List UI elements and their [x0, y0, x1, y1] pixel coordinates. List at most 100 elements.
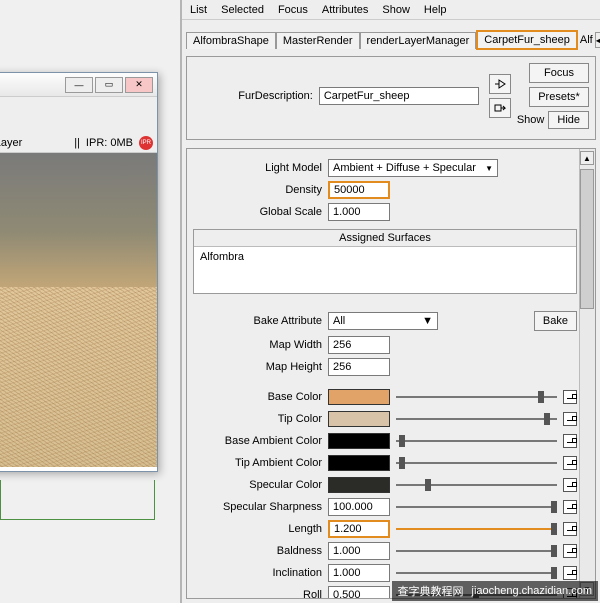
map-button[interactable] [563, 478, 577, 492]
viewport-outline [0, 480, 155, 520]
map-button[interactable] [563, 456, 577, 470]
tab-alfombra-shape[interactable]: AlfombraShape [186, 32, 276, 49]
baldness-field[interactable] [328, 542, 390, 560]
light-model-value: Ambient + Diffuse + Specular [333, 162, 476, 174]
global-scale-field[interactable] [328, 203, 390, 221]
base-color-label: Base Color [193, 391, 328, 403]
fur-description-panel: FurDescription: Focus Presets* Show Hide [186, 56, 596, 140]
hide-button[interactable]: Hide [548, 111, 589, 129]
tip-color-slider[interactable] [396, 411, 557, 427]
menu-selected[interactable]: Selected [221, 4, 264, 16]
scrollbar[interactable]: ▲ ▼ [579, 149, 595, 598]
specular-color-label: Specular Color [193, 479, 328, 491]
tab-overflow-label[interactable]: Alf [578, 34, 595, 46]
tip-color-swatch[interactable] [328, 411, 390, 427]
specular-sharpness-slider[interactable] [396, 499, 557, 515]
watermark-text: 查字典教程网 [398, 583, 464, 599]
render-image [0, 153, 157, 467]
roll-label: Roll [193, 589, 328, 599]
baldness-slider[interactable] [396, 543, 557, 559]
light-model-select[interactable]: Ambient + Diffuse + Specular ▼ [328, 159, 498, 177]
render-titlebar: — ▭ ✕ [0, 73, 157, 97]
map-button[interactable] [563, 434, 577, 448]
menu-focus[interactable]: Focus [278, 4, 308, 16]
render-view-window: — ▭ ✕ erLayer || IPR: 0MB IPR [0, 72, 158, 472]
fur-description-field[interactable] [319, 87, 479, 105]
baldness-label: Baldness [193, 545, 328, 557]
bake-attribute-select[interactable]: All ▼ [328, 312, 438, 330]
bake-button[interactable]: Bake [534, 311, 577, 331]
inclination-slider[interactable] [396, 565, 557, 581]
tip-ambient-slider[interactable] [396, 455, 557, 471]
tip-ambient-swatch[interactable] [328, 455, 390, 471]
inclination-label: Inclination [193, 567, 328, 579]
length-slider[interactable] [396, 521, 557, 537]
map-height-field[interactable] [328, 358, 390, 376]
length-label: Length [193, 523, 328, 535]
inclination-field[interactable] [328, 564, 390, 582]
map-button[interactable] [563, 544, 577, 558]
render-layer-label: erLayer [0, 137, 22, 149]
chevron-down-icon: ▼ [485, 164, 493, 173]
ipr-badge-icon[interactable]: IPR [139, 136, 153, 150]
menu-help[interactable]: Help [424, 4, 447, 16]
focus-button[interactable]: Focus [529, 63, 589, 83]
base-color-swatch[interactable] [328, 389, 390, 405]
density-field[interactable] [328, 181, 390, 199]
bake-attribute-value: All [333, 315, 345, 327]
assigned-surfaces-title: Assigned Surfaces [194, 230, 576, 247]
bake-attribute-label: Bake Attribute [193, 315, 328, 327]
map-width-field[interactable] [328, 336, 390, 354]
close-button[interactable]: ✕ [125, 77, 153, 93]
menu-list[interactable]: List [190, 4, 207, 16]
assigned-surface-item[interactable]: Alfombra [200, 251, 244, 263]
presets-button[interactable]: Presets* [529, 87, 589, 107]
tip-color-label: Tip Color [193, 413, 328, 425]
chevron-down-icon: ▼ [422, 315, 433, 327]
ipr-size-label: IPR: 0MB [86, 137, 133, 149]
base-color-slider[interactable] [396, 389, 557, 405]
global-scale-label: Global Scale [193, 206, 328, 218]
length-field[interactable] [328, 520, 390, 538]
specular-sharpness-field[interactable] [328, 498, 390, 516]
attribute-editor: List Selected Focus Attributes Show Help… [180, 0, 600, 603]
base-ambient-label: Base Ambient Color [193, 435, 328, 447]
assigned-surfaces-list[interactable]: Alfombra [194, 247, 576, 293]
map-button[interactable] [563, 566, 577, 580]
menu-attributes[interactable]: Attributes [322, 4, 368, 16]
output-node-button[interactable] [489, 98, 511, 118]
map-button[interactable] [563, 390, 577, 404]
show-label[interactable]: Show [517, 114, 545, 126]
render-toolbar: erLayer || IPR: 0MB IPR [0, 97, 157, 153]
watermark-url: jiaocheng.chazidian.com [472, 585, 592, 597]
fur-description-label: FurDescription: [193, 90, 313, 102]
scroll-up-icon[interactable]: ▲ [580, 151, 594, 165]
light-model-label: Light Model [193, 162, 328, 174]
node-tabs: AlfombraShape MasterRender renderLayerMa… [182, 28, 600, 52]
select-node-button[interactable] [489, 74, 511, 94]
map-button[interactable] [563, 412, 577, 426]
tab-master-render[interactable]: MasterRender [276, 32, 360, 49]
assigned-surfaces-panel: Assigned Surfaces Alfombra [193, 229, 577, 294]
map-button[interactable] [563, 522, 577, 536]
specular-color-slider[interactable] [396, 477, 557, 493]
base-ambient-slider[interactable] [396, 433, 557, 449]
density-label: Density [193, 184, 328, 196]
tip-ambient-label: Tip Ambient Color [193, 457, 328, 469]
map-button[interactable] [563, 500, 577, 514]
specular-color-swatch[interactable] [328, 477, 390, 493]
roll-field[interactable] [328, 586, 390, 599]
menu-show[interactable]: Show [382, 4, 410, 16]
menubar: List Selected Focus Attributes Show Help [182, 0, 600, 20]
maximize-button[interactable]: ▭ [95, 77, 123, 93]
map-width-label: Map Width [193, 339, 328, 351]
attributes-panel: Light Model Ambient + Diffuse + Specular… [186, 148, 596, 599]
tab-carpetfur-sheep[interactable]: CarpetFur_sheep [476, 30, 578, 50]
tab-render-layer-manager[interactable]: renderLayerManager [360, 32, 477, 49]
specular-sharpness-label: Specular Sharpness [193, 501, 328, 513]
map-height-label: Map Height [193, 361, 328, 373]
scroll-thumb[interactable] [580, 169, 594, 309]
tabs-scroll-left[interactable]: ◀ [595, 32, 600, 48]
base-ambient-swatch[interactable] [328, 433, 390, 449]
minimize-button[interactable]: — [65, 77, 93, 93]
